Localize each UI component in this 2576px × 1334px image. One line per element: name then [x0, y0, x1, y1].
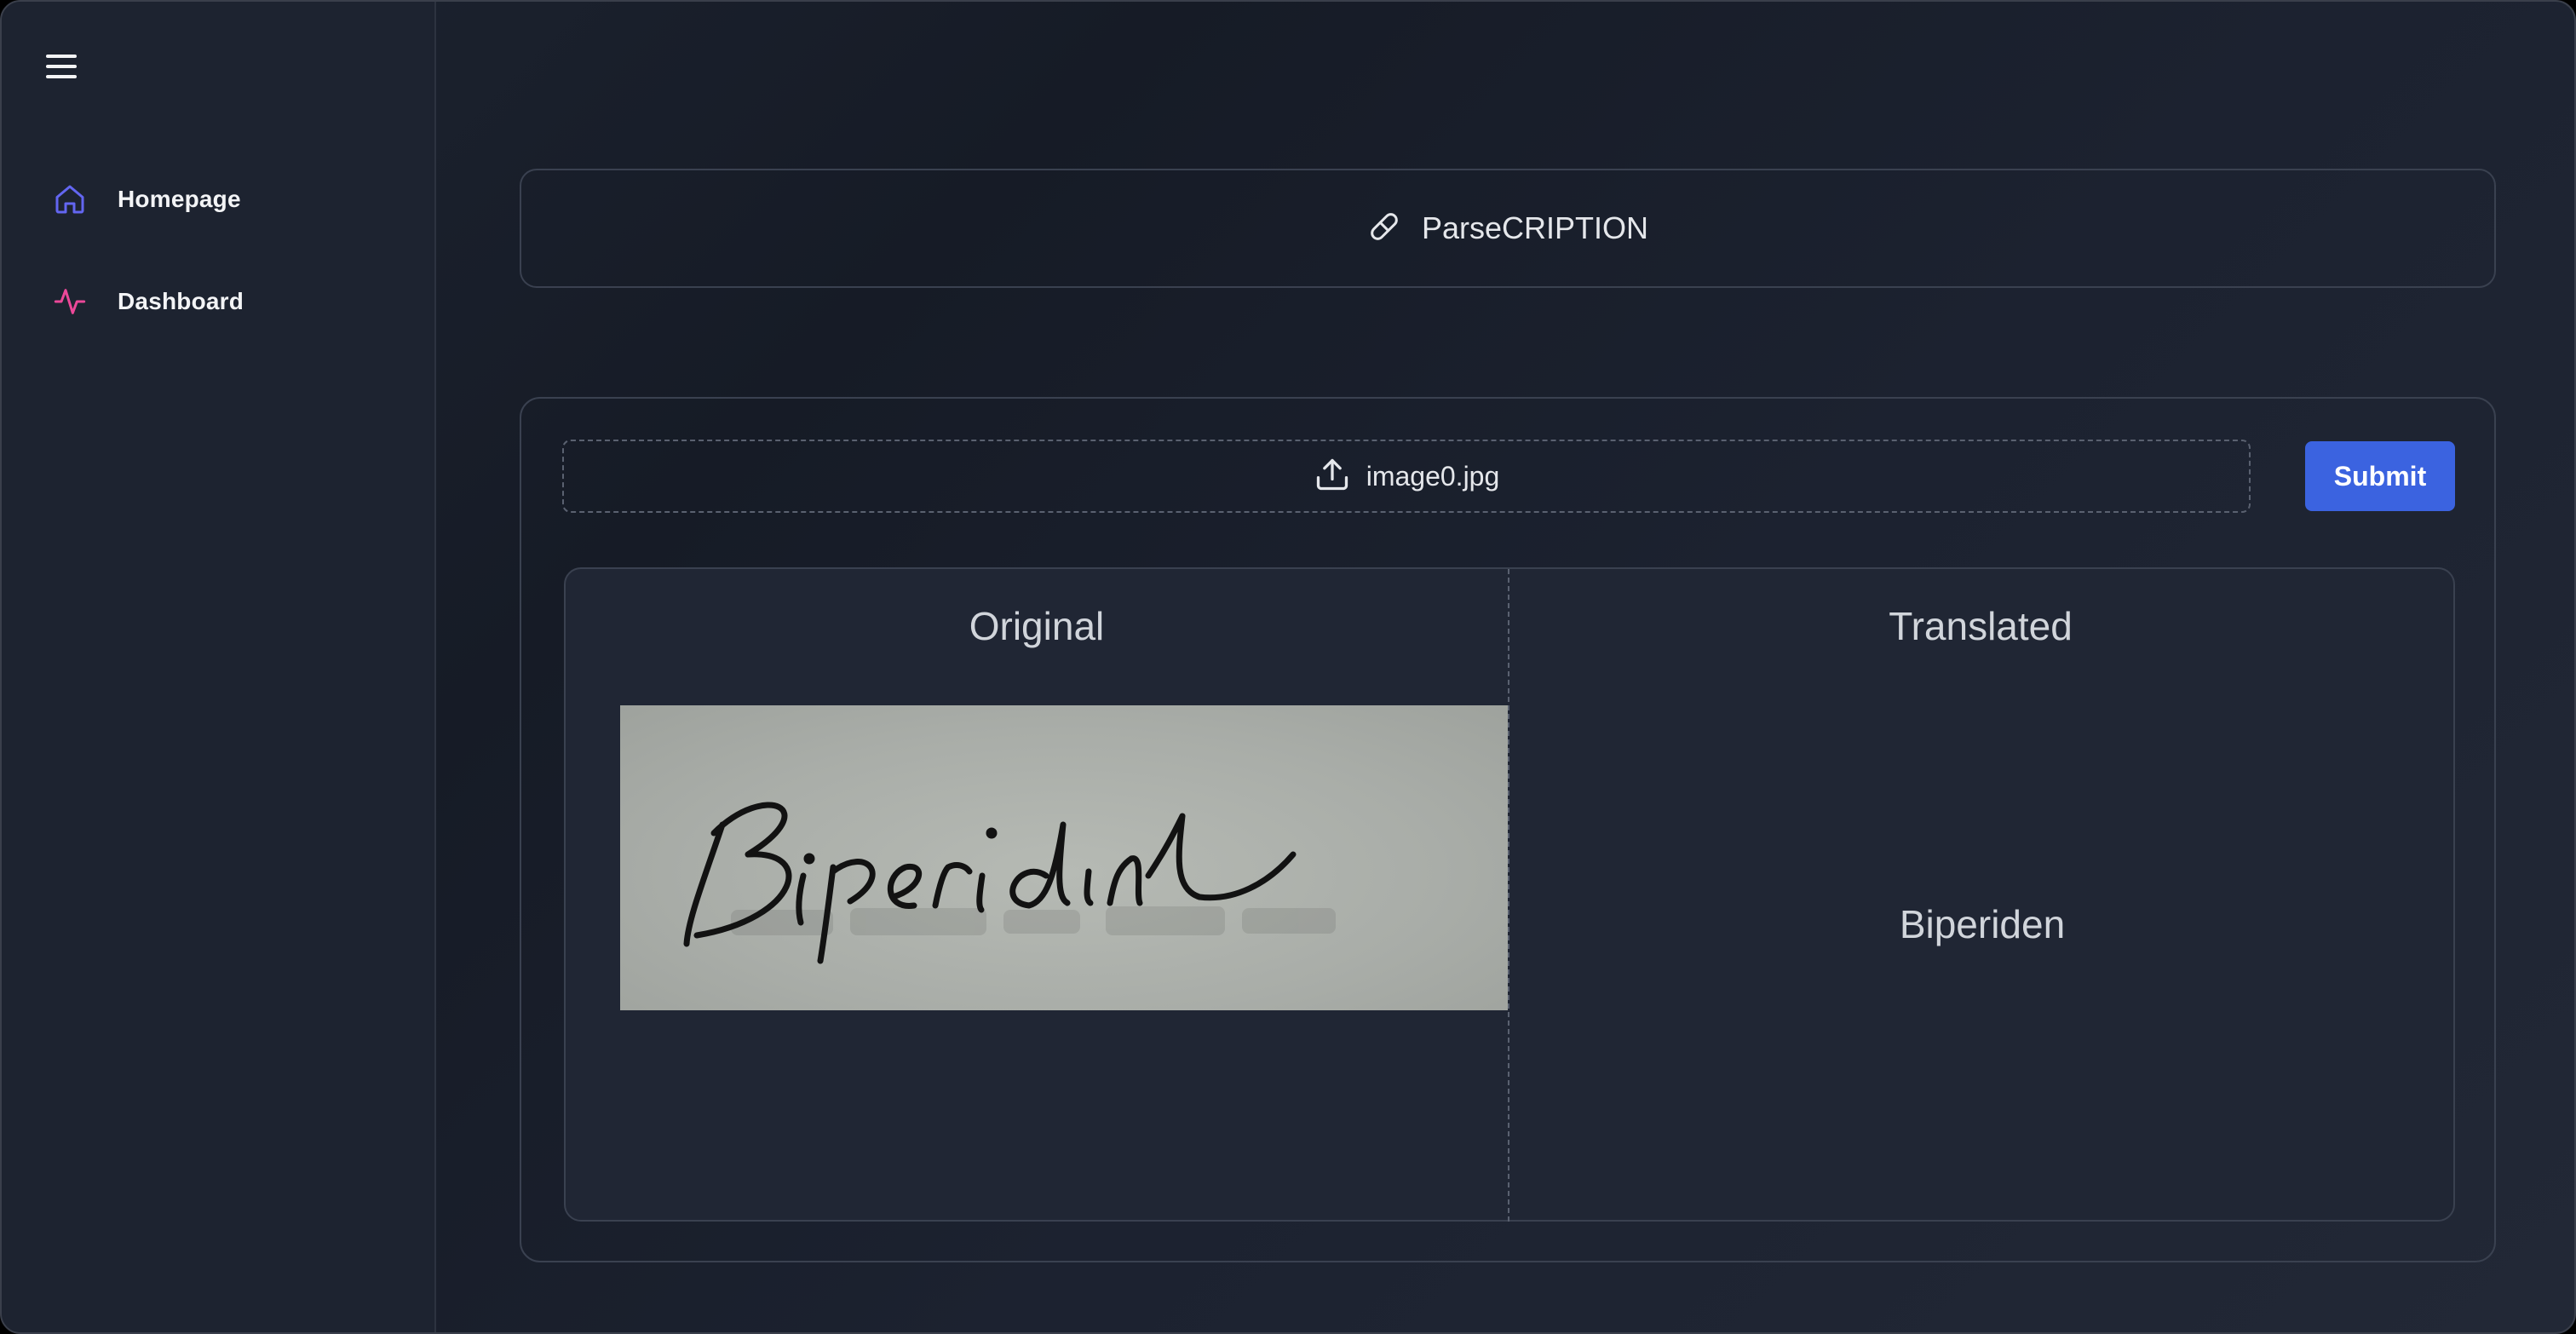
app-window: Homepage Dashboard ParseCRIPTION image0.… — [0, 0, 2576, 1334]
translated-output: Biperiden — [1899, 902, 2066, 946]
submit-button[interactable]: Submit — [2305, 441, 2455, 511]
sidebar-item-homepage[interactable]: Homepage — [49, 174, 241, 225]
hamburger-menu-icon[interactable] — [44, 51, 82, 82]
file-upload-dropzone[interactable]: image0.jpg — [562, 440, 2251, 513]
translated-heading: Translated — [1889, 604, 2073, 648]
sidebar-item-label: Homepage — [118, 186, 241, 212]
upload-icon — [1314, 456, 1351, 497]
home-icon — [49, 179, 90, 220]
app-header: ParseCRIPTION — [520, 169, 2496, 288]
sidebar-item-dashboard[interactable]: Dashboard — [49, 276, 244, 327]
original-prescription-image — [620, 705, 1508, 1010]
app-title: ParseCRIPTION — [1421, 210, 1649, 245]
uploaded-filename: image0.jpg — [1366, 460, 1500, 492]
main-panel: image0.jpg Submit Original Translated Bi… — [520, 397, 2496, 1262]
comparison-panel: Original Translated Biperiden — [564, 567, 2455, 1222]
sidebar-item-label: Dashboard — [118, 288, 244, 314]
activity-pulse-icon — [49, 281, 90, 322]
handwriting-drawing — [683, 802, 1336, 964]
pill-icon — [1367, 210, 1401, 248]
sidebar: Homepage Dashboard — [2, 2, 436, 1332]
original-heading: Original — [969, 604, 1105, 648]
column-divider — [1508, 569, 1509, 1222]
